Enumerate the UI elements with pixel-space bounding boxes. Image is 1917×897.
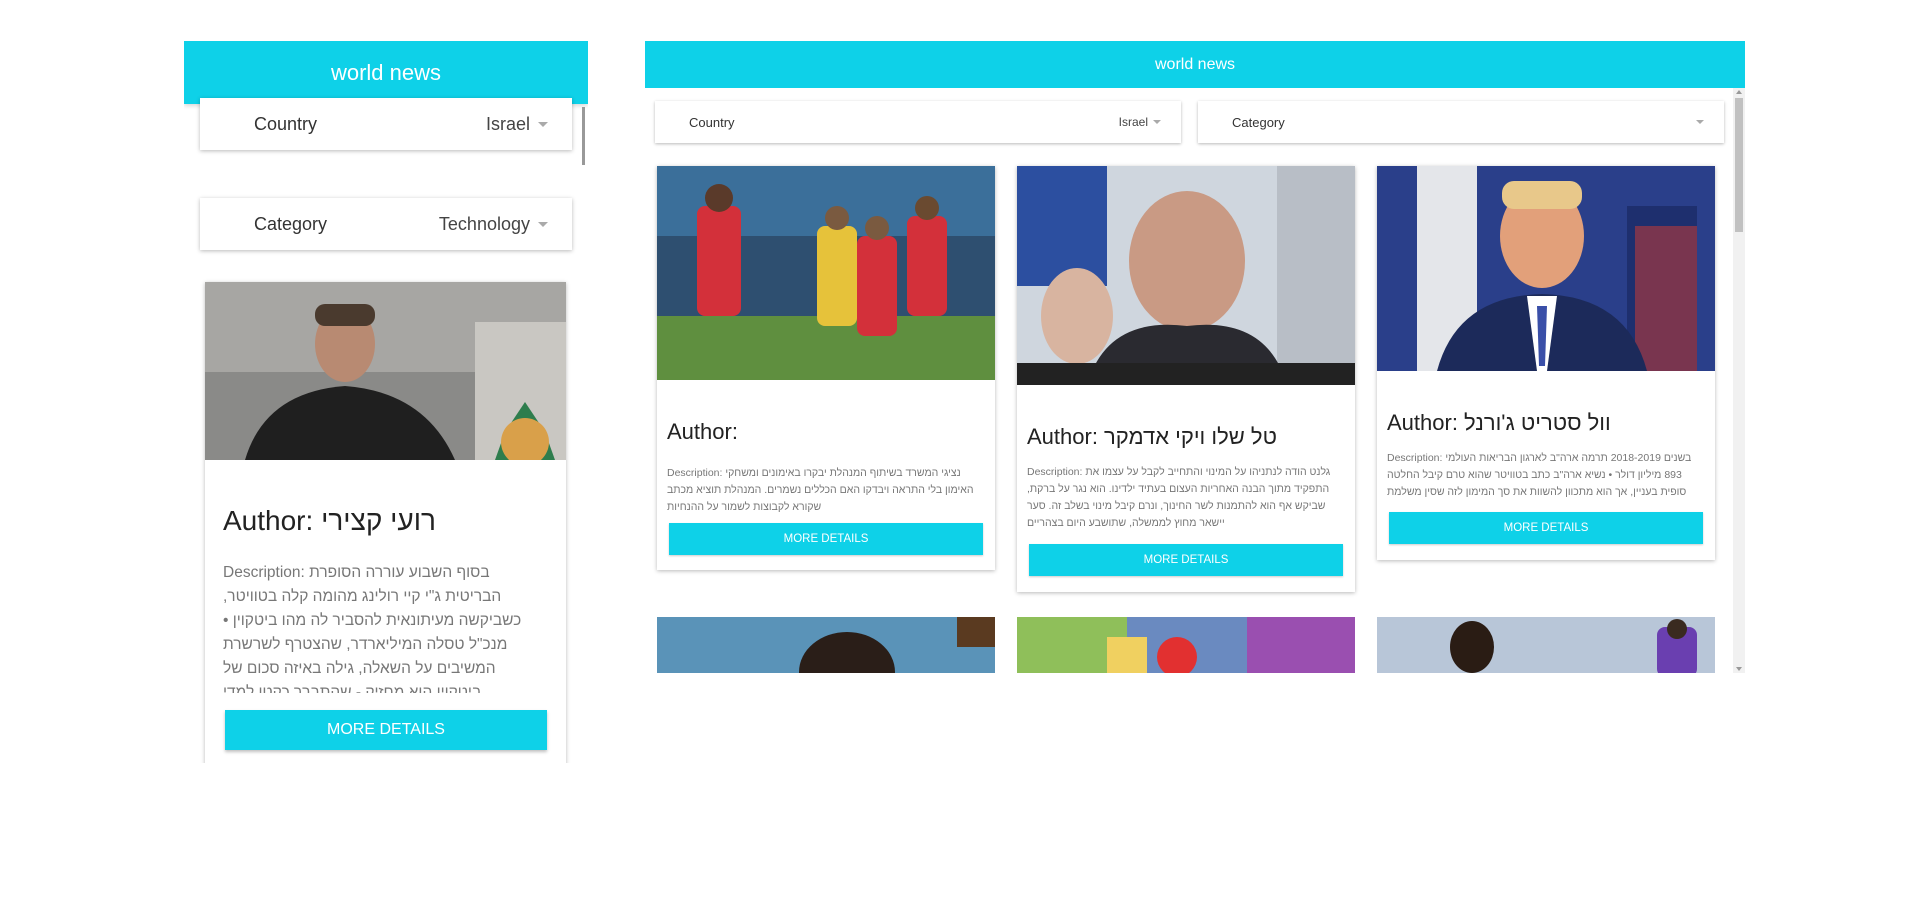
article-image [1377, 617, 1715, 673]
scroll-down-icon[interactable] [1736, 667, 1742, 671]
article-description: Description: גלנט הודה לנתניהו על המינוי… [1027, 466, 1331, 529]
category-select[interactable]: Category Technology [200, 198, 572, 250]
category-value: Technology [438, 213, 530, 234]
app-title: world news [1154, 55, 1236, 73]
article-author: Author: רועי קצירי [223, 505, 436, 536]
app-bar: world news [184, 41, 588, 104]
article-image [205, 282, 566, 466]
more-details-button[interactable]: MORE DETAILS [1029, 544, 1343, 576]
article-image [1377, 166, 1715, 371]
article-card: Author: Description: נציגי המשרד בשיתוף … [657, 166, 995, 570]
more-details-button[interactable]: MORE DETAILS [225, 710, 547, 750]
article-card: Author: טל שלו ויקי אדמקר Description: ג… [1017, 166, 1355, 592]
app-title: world news [330, 59, 442, 85]
article-card [657, 617, 995, 673]
article-author: Author: טל שלו ויקי אדמקר [1027, 424, 1277, 449]
chevron-down-icon [1696, 120, 1704, 124]
scrollbar[interactable] [582, 107, 585, 165]
chevron-down-icon [1153, 120, 1161, 124]
scroll-up-icon[interactable] [1736, 90, 1742, 94]
chevron-down-icon [538, 221, 548, 227]
country-label: Country [689, 114, 735, 130]
chevron-down-icon [538, 121, 548, 127]
country-select[interactable]: Country Israel [200, 98, 572, 150]
article-description: Description: בסוף השבוע עוררה הסופרת הבר… [223, 564, 522, 693]
category-label: Category [254, 213, 328, 234]
category-select[interactable]: Category [1198, 101, 1724, 143]
app-bar: world news [645, 41, 1745, 88]
article-card: Author: רועי קצירי Description: בסוף השב… [205, 282, 566, 763]
article-image [1017, 617, 1355, 673]
country-label: Country [254, 113, 318, 134]
scrollbar[interactable] [1733, 88, 1745, 673]
article-image [657, 617, 995, 673]
article-description: Description: בשנים 2018-2019 תרמה ארה"ב … [1387, 452, 1692, 498]
article-description: Description: נציגי המשרד בשיתוף המנהלת י… [667, 467, 974, 513]
more-details-button[interactable]: MORE DETAILS [669, 523, 983, 555]
article-image [657, 166, 995, 380]
country-select[interactable]: Country Israel [655, 101, 1181, 143]
article-author: Author: וול סטריט ג'ורנל [1387, 410, 1611, 435]
mobile-view: world news Country Israel Category Techn… [184, 41, 588, 763]
country-value: Israel [1118, 115, 1148, 129]
desktop-view: world news Country Israel Category Autho… [645, 41, 1745, 673]
country-value: Israel [485, 113, 530, 134]
article-card: Author: וול סטריט ג'ורנל Description: בש… [1377, 166, 1715, 560]
article-card [1377, 617, 1715, 673]
article-author: Author: [667, 419, 738, 444]
article-card [1017, 617, 1355, 673]
article-image [1017, 166, 1355, 385]
scrollbar-thumb[interactable] [1735, 98, 1743, 232]
more-details-button[interactable]: MORE DETAILS [1389, 512, 1703, 544]
category-label: Category [1232, 114, 1285, 130]
